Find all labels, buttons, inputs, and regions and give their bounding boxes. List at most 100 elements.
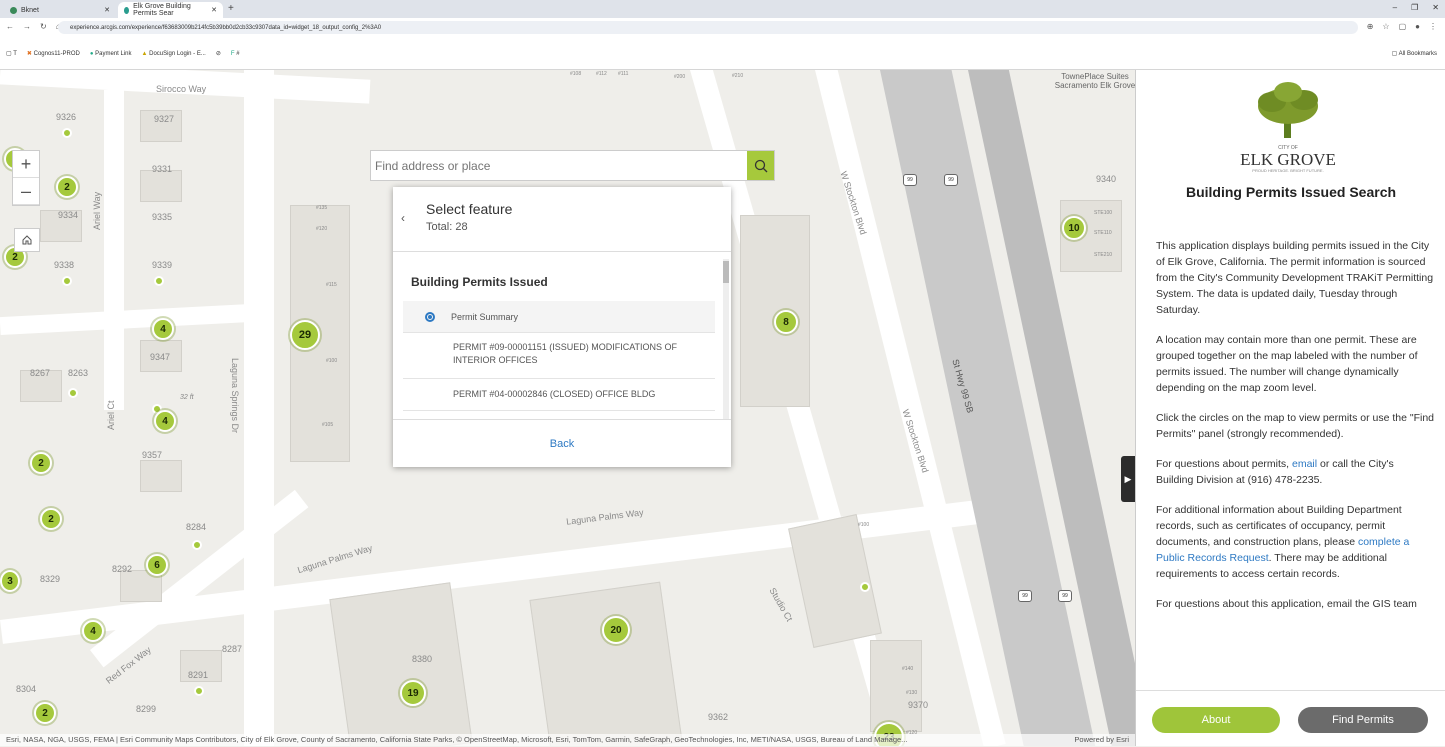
tab-label: Bknet	[21, 6, 39, 14]
close-tab-icon[interactable]: ✕	[211, 6, 217, 14]
permit-cluster[interactable]: 29	[290, 320, 320, 350]
permit-cluster[interactable]: 2	[56, 176, 78, 198]
address-label: 8304	[16, 684, 37, 694]
permit-cluster[interactable]: 2	[34, 702, 56, 724]
permit-point[interactable]	[62, 128, 72, 138]
reload-icon[interactable]: ↻	[40, 22, 47, 31]
paragraph: For additional information about Buildin…	[1156, 502, 1434, 582]
attribution-text: Esri, NASA, NGA, USGS, FEMA | Esri Commu…	[6, 735, 908, 744]
permit-point[interactable]	[154, 276, 164, 286]
bookmark-item[interactable]: ● Payment Link	[90, 51, 132, 57]
popup-header: ‹ Select feature Total: 28	[393, 187, 731, 252]
zoom-icon[interactable]: ⊕	[1367, 22, 1374, 31]
search-input[interactable]	[371, 151, 747, 180]
permit-cluster[interactable]: 2	[30, 452, 52, 474]
powered-by-text[interactable]: Powered by Esri	[1074, 734, 1129, 746]
permit-cluster[interactable]: 4	[154, 410, 176, 432]
bookmark-item[interactable]: ✖ Cognos11-PROD	[27, 50, 80, 57]
map-view[interactable]: Sirocco Way Ariel Way Ariel Ct Laguna Sp…	[0, 70, 1135, 746]
address-label: 8380	[412, 654, 433, 664]
paragraph: A location may contain more than one per…	[1156, 334, 1418, 394]
bookmark-label: DocuSign Login - E...	[149, 50, 206, 57]
permit-cluster[interactable]: 10	[1062, 216, 1086, 240]
permit-cluster[interactable]: 6	[146, 554, 168, 576]
new-tab-icon[interactable]: +	[228, 3, 234, 14]
permit-cluster[interactable]: 8	[774, 310, 798, 334]
unit-label: #200	[674, 74, 686, 80]
permit-cluster[interactable]: 20	[602, 616, 630, 644]
home-button[interactable]	[14, 228, 40, 252]
unit-label: #108	[570, 71, 582, 77]
search-icon	[754, 159, 767, 172]
window-controls: – ❐ ✕	[1393, 3, 1439, 12]
close-tab-icon[interactable]: ✕	[104, 6, 110, 14]
forward-icon[interactable]: →	[23, 22, 31, 31]
permit-point[interactable]	[62, 276, 72, 286]
permit-cluster[interactable]: 2	[40, 508, 62, 530]
minimize-icon[interactable]: –	[1393, 3, 1397, 12]
bookmark-icon[interactable]: ⊘	[216, 50, 221, 57]
building	[529, 581, 683, 746]
browser-tab-active[interactable]: Elk Grove Building Permits Sear ✕	[118, 2, 223, 18]
list-item[interactable]: Permit Summary	[403, 301, 715, 333]
panel-title: Building Permits Issued Search	[1185, 184, 1397, 200]
street-label: Ariel Ct	[106, 400, 116, 430]
address-label: 9339	[152, 260, 173, 270]
email-link[interactable]: email	[1292, 458, 1317, 470]
permit-point[interactable]	[860, 582, 870, 592]
address-bar: ← → ↻ ⌂ experience.arcgis.com/experience…	[0, 18, 1445, 37]
bookmark-item[interactable]: F #	[231, 51, 240, 57]
unit-label: #140	[902, 666, 914, 672]
permit-point[interactable]	[68, 388, 78, 398]
close-window-icon[interactable]: ✕	[1432, 3, 1439, 12]
back-button[interactable]: Back	[393, 419, 731, 468]
zoom-out-button[interactable]: –	[13, 178, 39, 205]
road	[104, 90, 124, 410]
panel-toggle-button[interactable]: ▶	[1121, 456, 1135, 502]
maximize-icon[interactable]: ❐	[1411, 3, 1418, 12]
url-field[interactable]: experience.arcgis.com/experience/f636830…	[58, 21, 1358, 34]
bookmark-item[interactable]: ▢ T	[6, 50, 17, 57]
unit-label: #111	[618, 71, 629, 77]
permit-cluster[interactable]: 3	[0, 570, 20, 592]
scrollbar-thumb[interactable]	[723, 261, 729, 283]
permit-point[interactable]	[192, 540, 202, 550]
permit-cluster[interactable]: 19	[400, 680, 426, 706]
permit-point[interactable]	[194, 686, 204, 696]
bookmark-item[interactable]: ▲ DocuSign Login - E...	[142, 51, 206, 57]
permit-cluster[interactable]: 4	[82, 620, 104, 642]
permit-cluster[interactable]: 4	[152, 318, 174, 340]
all-bookmarks[interactable]: ▢ All Bookmarks	[1392, 50, 1437, 57]
popup-scrollbar[interactable]	[723, 259, 729, 419]
address-label: 8292	[112, 564, 133, 574]
chevron-left-icon[interactable]: ‹	[401, 211, 405, 225]
logo-text: ELK GROVE	[1240, 150, 1336, 169]
tab-favicon-icon	[124, 6, 130, 14]
extensions-icon[interactable]: ▢	[1399, 22, 1407, 31]
address-label: 9326	[56, 112, 77, 122]
popup-section-title: Building Permits Issued	[411, 275, 548, 289]
about-button[interactable]: About	[1152, 707, 1280, 733]
list-item[interactable]: PERMIT #09-00001151 (ISSUED) MODIFICATIO…	[403, 335, 715, 379]
list-item[interactable]: PERMIT #04-00002846 (CLOSED) OFFICE BLDG	[403, 381, 715, 411]
side-panel: CITY OF ELK GROVE PROUD HERITAGE. BRIGHT…	[1135, 70, 1445, 746]
address-label: 9347	[150, 352, 171, 362]
address-label: 8267	[30, 368, 51, 378]
panel-description: This application displays building permi…	[1156, 238, 1434, 678]
bookmark-label: #	[236, 50, 240, 57]
profile-icon[interactable]: ●	[1415, 22, 1420, 31]
back-button-label: Back	[549, 438, 575, 450]
unit-label: STE210	[1094, 252, 1113, 258]
panel-footer: About Find Permits	[1136, 690, 1445, 747]
search-button[interactable]	[747, 151, 774, 180]
zoom-in-button[interactable]: +	[13, 151, 39, 178]
back-icon[interactable]: ←	[6, 22, 14, 31]
unit-label: #100	[858, 522, 870, 528]
oak-tree-icon	[1258, 82, 1318, 138]
home-icon	[22, 235, 32, 245]
menu-icon[interactable]: ⋮	[1429, 22, 1437, 31]
find-permits-button[interactable]: Find Permits	[1298, 707, 1428, 733]
browser-tab[interactable]: Bknet ✕	[4, 2, 116, 18]
address-label: 8284	[186, 522, 207, 532]
star-icon[interactable]: ☆	[1382, 22, 1389, 31]
